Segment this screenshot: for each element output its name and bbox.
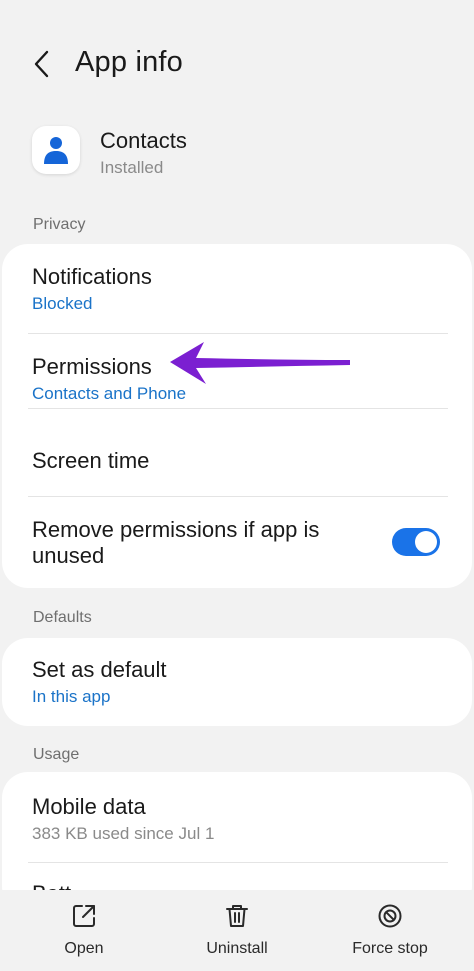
set-as-default-title: Set as default [32,657,167,682]
remove-permissions-toggle[interactable] [392,528,440,556]
app-info-screen: App info Contacts Installed Privacy Noti… [0,0,474,971]
app-status: Installed [100,158,164,177]
open-label: Open [64,940,104,957]
back-button[interactable] [26,44,58,84]
remove-permissions-title-line2: unused [32,543,105,568]
privacy-card: Notifications Blocked Permissions Contac… [2,244,472,588]
force-stop-button[interactable]: Force stop [325,898,455,966]
chevron-left-icon [34,50,49,78]
annotation-arrow-icon [170,342,350,384]
permissions-title: Permissions [32,354,152,379]
mobile-data-sub: 383 KB used since Jul 1 [32,824,215,843]
block-icon [378,904,402,928]
toggle-knob [415,531,437,553]
section-label-usage: Usage [33,746,80,763]
section-label-defaults: Defaults [33,609,92,626]
open-external-icon [73,905,95,927]
remove-permissions-row[interactable]: Remove permissions if app is unused [2,497,472,588]
app-name: Contacts [100,128,187,153]
remove-permissions-title-line1: Remove permissions if app is [32,517,320,542]
permissions-summary: Contacts and Phone [32,384,187,403]
app-identity: Contacts Installed [32,124,452,184]
open-button[interactable]: Open [19,898,149,966]
screen-time-title: Screen time [32,448,150,473]
screen-time-row[interactable]: Screen time [2,409,472,495]
mobile-data-row[interactable]: Mobile data 383 KB used since Jul 1 [2,772,472,862]
header: App info [0,0,474,130]
set-as-default-sub: In this app [32,687,111,706]
trash-icon [226,905,248,927]
set-as-default-row[interactable]: Set as default In this app [2,638,472,726]
person-icon [44,137,68,164]
uninstall-label: Uninstall [206,940,268,957]
force-stop-label: Force stop [352,940,428,957]
bottom-action-bar: Open Uninstall Force stop [0,890,474,971]
section-label-privacy: Privacy [33,216,86,233]
page-title: App info [75,46,184,78]
uninstall-button[interactable]: Uninstall [172,898,302,966]
notifications-row[interactable]: Notifications Blocked [2,244,472,334]
notifications-title: Notifications [32,264,152,289]
app-icon [32,126,80,174]
mobile-data-title: Mobile data [32,794,146,819]
defaults-card: Set as default In this app [2,638,472,726]
notifications-status: Blocked [32,294,93,313]
